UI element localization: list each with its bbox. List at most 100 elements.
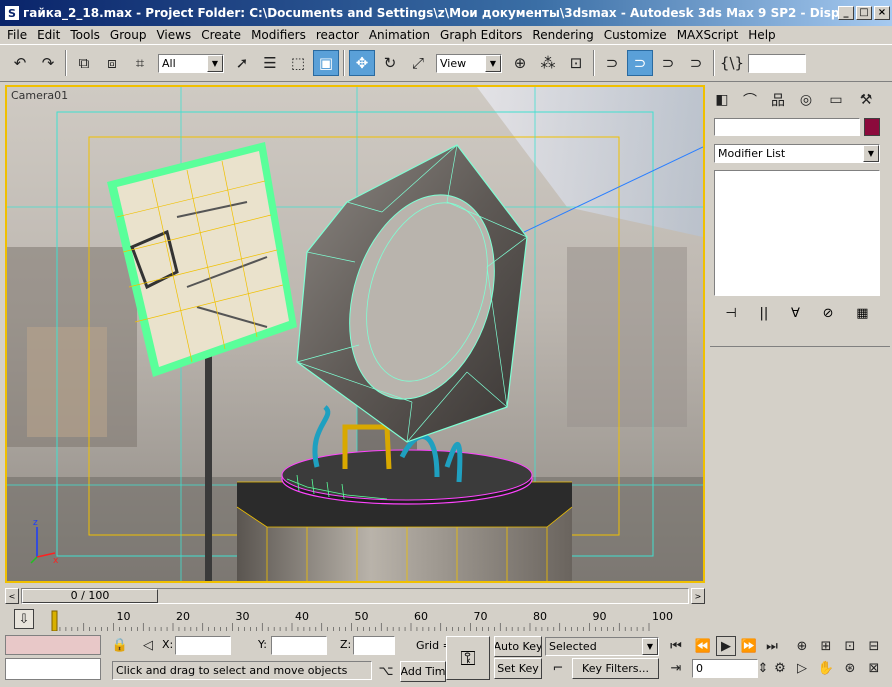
select-and-scale-icon[interactable]: ⤢ bbox=[405, 50, 431, 76]
menu-customize[interactable]: Customize bbox=[599, 28, 672, 42]
select-object-icon[interactable]: ➚ bbox=[229, 50, 255, 76]
named-selection-input[interactable] bbox=[748, 53, 806, 73]
absolute-mode-icon[interactable]: ◁ bbox=[138, 635, 158, 655]
modifier-list-dropdown[interactable]: Modifier List ▼ bbox=[714, 144, 880, 163]
chevron-down-icon[interactable]: ▼ bbox=[642, 638, 658, 655]
y-coordinate-field[interactable] bbox=[271, 636, 327, 655]
maximize-viewport-icon[interactable]: ⊠ bbox=[864, 658, 884, 678]
utilities-tab-icon[interactable]: ⚒ bbox=[854, 88, 878, 112]
menu-help[interactable]: Help bbox=[743, 28, 780, 42]
set-key-big-button[interactable]: ⚿ bbox=[446, 636, 490, 680]
object-color-swatch[interactable] bbox=[864, 118, 880, 136]
hierarchy-tab-icon[interactable]: 品 bbox=[766, 88, 790, 112]
close-button[interactable]: × bbox=[874, 6, 890, 20]
minimize-button[interactable]: _ bbox=[838, 6, 854, 20]
time-slider[interactable]: 0 / 100 bbox=[21, 588, 689, 604]
menu-modifiers[interactable]: Modifiers bbox=[246, 28, 311, 42]
keyboard-shortcut-override-icon[interactable]: ⊡ bbox=[563, 50, 589, 76]
orbit-icon[interactable]: ⊛ bbox=[840, 658, 860, 678]
bind-to-space-warp-icon[interactable]: ⌗ bbox=[127, 50, 153, 76]
auto-key-button[interactable]: Auto Key bbox=[494, 636, 542, 657]
manipulate-icon[interactable]: ⁂ bbox=[535, 50, 561, 76]
key-mode-dropdown[interactable]: Selected ▼ bbox=[545, 637, 659, 656]
window-crossing-icon[interactable]: ▣ bbox=[313, 50, 339, 76]
angle-snap-icon[interactable]: ⊃ bbox=[627, 50, 653, 76]
select-and-move-icon[interactable]: ✥ bbox=[349, 50, 375, 76]
menu-animation[interactable]: Animation bbox=[364, 28, 435, 42]
create-tab-icon[interactable]: ◧ bbox=[710, 88, 734, 112]
viewport-label[interactable]: Camera01 bbox=[11, 89, 68, 102]
maxscript-listener-white[interactable] bbox=[5, 658, 101, 680]
configure-modifier-sets-icon[interactable]: ▦ bbox=[856, 306, 868, 321]
maxscript-listener-pink[interactable] bbox=[5, 635, 101, 655]
camera-viewport[interactable]: z x Camera01 bbox=[5, 85, 705, 583]
lock-selection-icon[interactable]: 🔒 bbox=[110, 635, 130, 655]
modify-tab-icon[interactable]: ⌒ bbox=[738, 88, 762, 112]
field-of-view-icon[interactable]: ▷ bbox=[792, 658, 812, 678]
zoom-all-icon[interactable]: ⊞ bbox=[816, 636, 836, 656]
frame-spinner-icon[interactable]: ⇕ bbox=[758, 658, 769, 678]
select-and-rotate-icon[interactable]: ↻ bbox=[377, 50, 403, 76]
chevron-down-icon[interactable]: ▼ bbox=[207, 54, 223, 72]
next-frame-button[interactable]: > bbox=[691, 588, 705, 604]
x-coordinate-field[interactable] bbox=[175, 636, 231, 655]
rectangular-selection-icon[interactable]: ⬚ bbox=[285, 50, 311, 76]
chevron-down-icon[interactable]: ▼ bbox=[863, 145, 879, 162]
menu-graph-editors[interactable]: Graph Editors bbox=[435, 28, 527, 42]
time-slider-thumb[interactable]: 0 / 100 bbox=[22, 589, 158, 603]
open-mini-curve-editor-icon[interactable]: ⇩ bbox=[14, 609, 34, 629]
percent-snap-icon[interactable]: ⊃ bbox=[655, 50, 681, 76]
show-end-result-icon[interactable]: || bbox=[759, 306, 768, 321]
spinner-snap-icon[interactable]: ⊃ bbox=[683, 50, 709, 76]
pin-stack-icon[interactable]: ⊣ bbox=[725, 306, 736, 321]
select-and-link-icon[interactable]: ⧉ bbox=[71, 50, 97, 76]
track-ruler[interactable]: 10 20 30 40 50 60 70 80 90 100 bbox=[50, 609, 704, 632]
current-time-marker[interactable] bbox=[51, 610, 58, 632]
unlink-selection-icon[interactable]: ⧈ bbox=[99, 50, 125, 76]
zoom-icon[interactable]: ⊕ bbox=[792, 636, 812, 656]
menu-file[interactable]: File bbox=[2, 28, 32, 42]
pivot-center-icon[interactable]: ⊕ bbox=[507, 50, 533, 76]
previous-key-icon[interactable]: ⏪ bbox=[693, 636, 713, 656]
next-key-icon[interactable]: ⏩ bbox=[739, 636, 759, 656]
menu-reactor[interactable]: reactor bbox=[311, 28, 364, 42]
snaps-toggle-icon[interactable]: ⊃ bbox=[599, 50, 625, 76]
play-icon[interactable]: ▶ bbox=[716, 636, 736, 656]
redo-icon[interactable]: ↷ bbox=[35, 50, 61, 76]
modifier-stack[interactable] bbox=[714, 170, 880, 296]
remove-modifier-icon[interactable]: ⊘ bbox=[823, 306, 834, 321]
maximize-button[interactable]: □ bbox=[856, 6, 872, 20]
motion-tab-icon[interactable]: ◎ bbox=[794, 88, 818, 112]
app-icon[interactable]: S bbox=[4, 5, 20, 21]
pan-hand-icon[interactable]: ✋ bbox=[816, 658, 836, 678]
select-by-name-icon[interactable]: ☰ bbox=[257, 50, 283, 76]
edit-named-selection-icon[interactable]: {\} bbox=[719, 50, 745, 76]
object-name-field[interactable] bbox=[714, 118, 860, 136]
menu-edit[interactable]: Edit bbox=[32, 28, 65, 42]
key-filters-button[interactable]: Key Filters... bbox=[572, 658, 659, 679]
key-mode-toggle-icon[interactable]: ⇥ bbox=[666, 658, 686, 678]
menu-rendering[interactable]: Rendering bbox=[527, 28, 598, 42]
time-tag-icon[interactable]: ⌥ bbox=[376, 661, 396, 681]
z-coordinate-field[interactable] bbox=[353, 636, 395, 655]
reference-coordinate-dropdown[interactable]: View ▼ bbox=[436, 53, 502, 73]
set-key-button[interactable]: Set Key bbox=[494, 658, 542, 679]
undo-icon[interactable]: ↶ bbox=[7, 50, 33, 76]
make-unique-icon[interactable]: ∀ bbox=[791, 306, 800, 321]
menu-views[interactable]: Views bbox=[151, 28, 196, 42]
add-time-tag-button[interactable]: Add Tim bbox=[400, 661, 446, 682]
display-tab-icon[interactable]: ▭ bbox=[824, 88, 848, 112]
default-in-out-tangents-icon[interactable]: ⌐ bbox=[548, 658, 568, 678]
previous-frame-button[interactable]: < bbox=[5, 588, 19, 604]
current-frame-field[interactable]: 0 bbox=[692, 659, 758, 678]
go-to-start-icon[interactable]: ⏮ bbox=[666, 636, 686, 656]
zoom-extents-icon[interactable]: ⊡ bbox=[840, 636, 860, 656]
time-configuration-icon[interactable]: ⚙ bbox=[770, 658, 790, 678]
menu-maxscript[interactable]: MAXScript bbox=[672, 28, 744, 42]
chevron-down-icon[interactable]: ▼ bbox=[485, 54, 501, 72]
selection-filter-dropdown[interactable]: All ▼ bbox=[158, 53, 224, 73]
menu-tools[interactable]: Tools bbox=[65, 28, 105, 42]
zoom-extents-all-icon[interactable]: ⊟ bbox=[864, 636, 884, 656]
menu-group[interactable]: Group bbox=[105, 28, 152, 42]
go-to-end-icon[interactable]: ⏭ bbox=[762, 636, 782, 656]
